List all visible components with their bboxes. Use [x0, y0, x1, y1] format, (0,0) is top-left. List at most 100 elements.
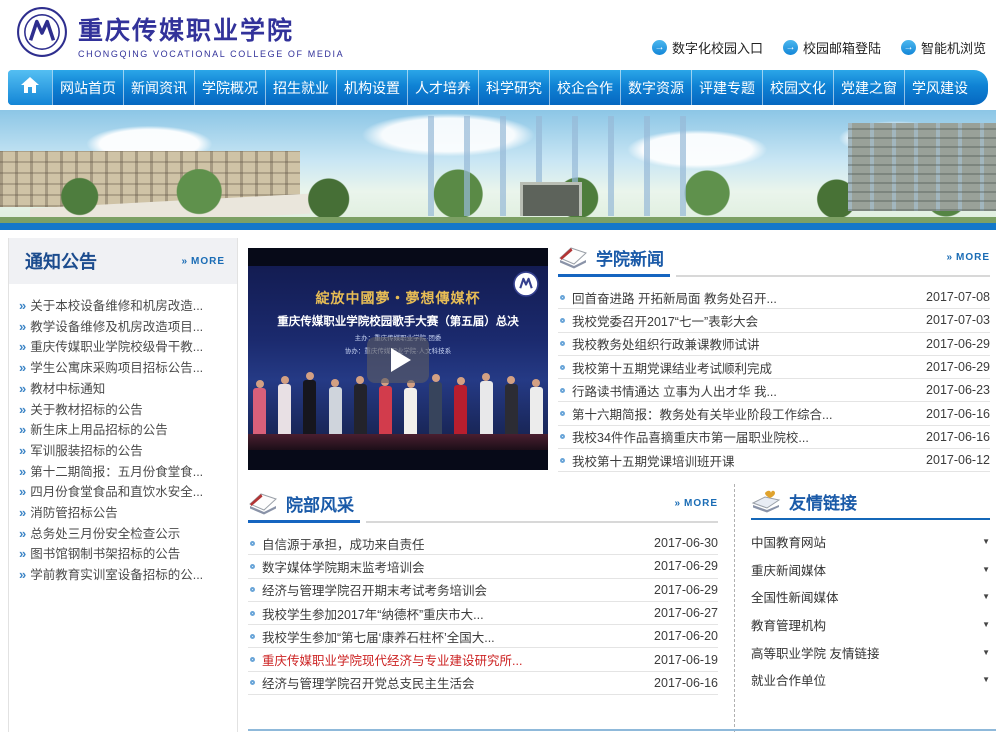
notice-item[interactable]: »军训服装招标的公告: [19, 441, 231, 462]
department-item-date: 2017-06-29: [654, 583, 718, 597]
link-dropdown[interactable]: 教育管理机构 ▼: [751, 611, 990, 639]
nav-item[interactable]: 网站首页: [52, 70, 123, 105]
play-icon: [391, 348, 411, 372]
news-item[interactable]: 行路读书情通达 立事为人出才华 我... 2017-06-23: [558, 379, 990, 402]
notice-item-text: 教材中标通知: [30, 382, 105, 396]
bullet-icon: [560, 434, 565, 439]
link-dropdown[interactable]: 全国性新闻媒体 ▼: [751, 583, 990, 611]
nav-item[interactable]: 机构设置: [336, 70, 407, 105]
chevron-down-icon: ▼: [982, 675, 990, 684]
more-label: MORE: [956, 252, 990, 263]
news-item[interactable]: 我校教务处组织行政兼课教师试讲 2017-06-29: [558, 333, 990, 356]
quick-link[interactable]: → 数字化校园入口: [652, 38, 763, 57]
notice-item[interactable]: »消防管招标公告: [19, 503, 231, 524]
department-item[interactable]: 自信源于承担，成功来自责任 2017-06-30: [248, 532, 718, 555]
news-item-text: 第十六期简报：教务处有关毕业阶段工作综合...: [572, 404, 918, 423]
main-nav: 网站首页 新闻资讯 学院概况 招生就业 机构设置 人才培养 科学研究 校企合作 …: [8, 70, 988, 105]
nav-item[interactable]: 学风建设: [904, 70, 975, 105]
notice-item[interactable]: »关于本校设备维修和机房改造...: [19, 296, 231, 317]
department-item-date: 2017-06-16: [654, 676, 718, 690]
notice-item[interactable]: »关于教材招标的公告: [19, 400, 231, 421]
department-item[interactable]: 我校学生参加“第七届‘康养石柱杯’全国大... 2017-06-20: [248, 625, 718, 648]
news-item-text: 我校党委召开2017“七一”表彰大会: [572, 311, 918, 330]
bullet-icon: [250, 657, 255, 662]
section-underline: [558, 274, 990, 277]
video-letterbox: [248, 450, 548, 470]
nav-item[interactable]: 新闻资讯: [123, 70, 194, 105]
double-arrow-icon: »: [19, 360, 26, 375]
nav-item[interactable]: 学院概况: [194, 70, 265, 105]
notice-item[interactable]: »第十二期简报：五月份食堂食...: [19, 462, 231, 483]
video-player[interactable]: 綻放中國夢・夢想傳媒杯 重庆传媒职业学院校园歌手大赛（第五届）总决 主办：重庆传…: [248, 248, 548, 470]
home-button[interactable]: [8, 70, 52, 105]
notice-item[interactable]: »图书馆钢制书架招标的公告: [19, 544, 231, 565]
news-more-link[interactable]: » MORE: [946, 252, 990, 263]
quick-link-label: 智能机浏览: [921, 38, 986, 57]
department-item[interactable]: 经济与管理学院召开党总支民主生活会 2017-06-16: [248, 672, 718, 695]
nav-item[interactable]: 校园文化: [762, 70, 833, 105]
chevron-down-icon: ▼: [982, 620, 990, 629]
performers-decoration: [253, 380, 543, 434]
quick-link-label: 数字化校园入口: [672, 38, 763, 57]
department-item-date: 2017-06-19: [654, 653, 718, 667]
news-item[interactable]: 我校第十五期党课结业考试顺利完成 2017-06-29: [558, 356, 990, 379]
notice-item[interactable]: »学前教育实训室设备招标的公...: [19, 565, 231, 586]
departments-list: 自信源于承担，成功来自责任 2017-06-30 数字媒体学院期末监考培训会 2…: [248, 532, 718, 695]
notices-title: 通知公告: [25, 248, 97, 274]
department-item[interactable]: 重庆传媒职业学院现代经济与专业建设研究所... 2017-06-19: [248, 648, 718, 671]
notice-item-text: 消防管招标公告: [30, 506, 118, 520]
nav-item[interactable]: 科学研究: [478, 70, 549, 105]
news-item[interactable]: 我校第十五期党课培训班开课 2017-06-12: [558, 449, 990, 472]
link-dropdown-label: 高等职业学院 友情链接: [751, 643, 879, 662]
friendly-links-title: 友情链接: [789, 489, 857, 514]
notice-item[interactable]: »总务处三月份安全检查公示: [19, 524, 231, 545]
friendly-links-list: 中国教育网站 ▼ 重庆新闻媒体 ▼ 全国性新闻媒体 ▼ 教育管理机构 ▼: [751, 528, 990, 694]
news-item[interactable]: 第十六期简报：教务处有关毕业阶段工作综合... 2017-06-16: [558, 402, 990, 425]
notice-item[interactable]: »学生公寓床采购项目招标公告...: [19, 358, 231, 379]
bullet-icon: [560, 318, 565, 323]
quick-link[interactable]: → 智能机浏览: [901, 38, 986, 57]
news-item[interactable]: 我校党委召开2017“七一”表彰大会 2017-07-03: [558, 309, 990, 332]
department-item[interactable]: 经济与管理学院召开期末考试考务培训会 2017-06-29: [248, 579, 718, 602]
link-dropdown[interactable]: 中国教育网站 ▼: [751, 528, 990, 556]
notices-more-link[interactable]: » MORE: [181, 256, 225, 267]
footer-divider: [248, 729, 996, 731]
notice-item-text: 总务处三月份安全检查公示: [30, 527, 180, 541]
nav-item[interactable]: 党建之窗: [833, 70, 904, 105]
notice-item[interactable]: »教材中标通知: [19, 379, 231, 400]
nav-item[interactable]: 招生就业: [265, 70, 336, 105]
nav-item[interactable]: 评建专题: [691, 70, 762, 105]
nav-item[interactable]: 人才培养: [407, 70, 478, 105]
nav-item[interactable]: 数字资源: [620, 70, 691, 105]
notice-item-text: 关于本校设备维修和机房改造...: [30, 299, 203, 313]
notice-item[interactable]: »重庆传媒职业学院校级骨干教...: [19, 337, 231, 358]
link-dropdown-label: 中国教育网站: [751, 532, 826, 551]
nav-item[interactable]: 校企合作: [549, 70, 620, 105]
department-item[interactable]: 数字媒体学院期末监考培训会 2017-06-29: [248, 555, 718, 578]
play-button[interactable]: [367, 337, 429, 383]
department-item-text: 经济与管理学院召开期末考试考务培训会: [262, 580, 646, 599]
notice-item[interactable]: »教学设备维修及机房改造项目...: [19, 317, 231, 338]
notices-panel: 通知公告 » MORE »关于本校设备维修和机房改造... »教学设备维修及机房…: [8, 238, 238, 732]
chevron-down-icon: ▼: [982, 537, 990, 546]
section-underline: [248, 520, 718, 523]
campus-building-entrance: [520, 182, 582, 216]
notice-item[interactable]: »四月份食堂食品和直饮水安全...: [19, 482, 231, 503]
video-logo-badge: [513, 271, 539, 302]
department-item[interactable]: 我校学生参加2017年“纳德杯”重庆市大... 2017-06-27: [248, 602, 718, 625]
link-dropdown[interactable]: 高等职业学院 友情链接 ▼: [751, 638, 990, 666]
notice-item[interactable]: »新生床上用品招标的公告: [19, 420, 231, 441]
news-item-date: 2017-06-12: [926, 453, 990, 467]
bullet-icon: [250, 634, 255, 639]
link-dropdown[interactable]: 就业合作单位 ▼: [751, 666, 990, 694]
news-item[interactable]: 回首奋进路 开拓新局面 教务处召开... 2017-07-08: [558, 286, 990, 309]
chevron-down-icon: ▼: [982, 592, 990, 601]
departments-more-link[interactable]: » MORE: [674, 498, 718, 509]
quick-link[interactable]: → 校园邮箱登陆: [783, 38, 881, 57]
notice-item-text: 第十二期简报：五月份食堂食...: [30, 465, 203, 479]
bullet-icon: [250, 587, 255, 592]
link-dropdown[interactable]: 重庆新闻媒体 ▼: [751, 556, 990, 584]
double-arrow-icon: »: [946, 252, 953, 263]
news-item[interactable]: 我校34件作品喜摘重庆市第一届职业院校... 2017-06-16: [558, 426, 990, 449]
nav-items: 网站首页 新闻资讯 学院概况 招生就业 机构设置 人才培养 科学研究 校企合作 …: [52, 70, 975, 105]
